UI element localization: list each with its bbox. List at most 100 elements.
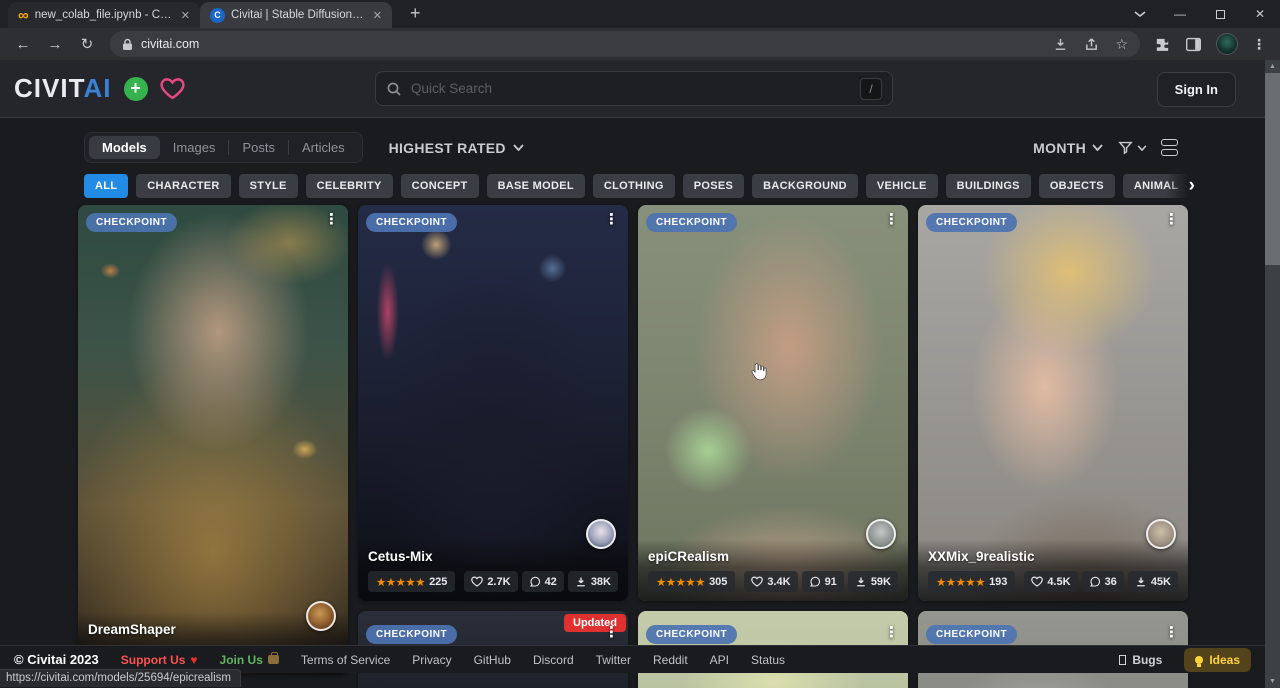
share-icon[interactable]: [1084, 37, 1099, 52]
creator-avatar[interactable]: [306, 601, 336, 631]
category-chip-clothing[interactable]: CLOTHING: [593, 174, 675, 198]
category-chip-buildings[interactable]: BUILDINGS: [946, 174, 1031, 198]
card-menu-icon[interactable]: ⋮: [1164, 212, 1179, 228]
footer-link-privacy[interactable]: Privacy: [412, 653, 451, 667]
model-card-cetus-mix[interactable]: CHECKPOINT ⋮ Cetus-Mix ★★★★★ 225 2.7K: [358, 205, 628, 601]
create-plus-button[interactable]: +: [124, 77, 148, 101]
footer-link-github[interactable]: GitHub: [474, 653, 511, 667]
back-button[interactable]: ←: [8, 36, 38, 53]
scroll-up-arrow[interactable]: ▲: [1265, 60, 1280, 73]
category-chip-objects[interactable]: OBJECTS: [1039, 174, 1115, 198]
creator-avatar[interactable]: [1146, 519, 1176, 549]
maximize-button[interactable]: [1200, 0, 1240, 28]
reload-button[interactable]: ↻: [72, 35, 102, 53]
likes-pill[interactable]: 2.7K: [464, 571, 517, 592]
category-chip-poses[interactable]: POSES: [683, 174, 744, 198]
browser-tab-civitai[interactable]: C Civitai | Stable Diffusion models, ✕: [200, 2, 392, 28]
footer-link-discord[interactable]: Discord: [533, 653, 574, 667]
card-stats: ★★★★★ 225 2.7K 42 38K: [368, 571, 618, 592]
likes-pill[interactable]: 3.4K: [744, 571, 797, 592]
civitai-logo[interactable]: CIVITAI: [14, 73, 112, 104]
category-chip-character[interactable]: CHARACTER: [136, 174, 230, 198]
comments-pill[interactable]: 91: [802, 571, 844, 592]
briefcase-icon: [268, 655, 279, 664]
sign-in-button[interactable]: Sign In: [1157, 72, 1236, 107]
rating-pill[interactable]: ★★★★★ 225: [368, 571, 455, 592]
model-title: epiCRealism: [648, 549, 898, 564]
tab-posts[interactable]: Posts: [229, 136, 288, 159]
card-menu-icon[interactable]: ⋮: [884, 212, 899, 228]
ideas-button[interactable]: Ideas: [1184, 648, 1251, 672]
close-tab-icon[interactable]: ✕: [179, 9, 192, 22]
footer-link-status[interactable]: Status: [751, 653, 785, 667]
comments-pill[interactable]: 42: [522, 571, 564, 592]
tab-search-chevron-icon[interactable]: [1120, 0, 1160, 28]
minimize-button[interactable]: —: [1160, 0, 1200, 28]
chips-scroll-right-icon[interactable]: ›: [1166, 174, 1196, 198]
category-chip-base-model[interactable]: BASE MODEL: [487, 174, 585, 198]
sort-dropdown[interactable]: HIGHEST RATED: [389, 140, 524, 156]
creator-avatar[interactable]: [866, 519, 896, 549]
card-menu-icon[interactable]: ⋮: [604, 212, 619, 228]
civitai-page: CIVITAI + / Sign In Models Images Posts …: [0, 60, 1280, 688]
comments-pill[interactable]: 36: [1082, 571, 1124, 592]
browser-profile-avatar[interactable]: [1216, 33, 1238, 55]
side-panel-icon[interactable]: [1185, 36, 1202, 53]
search-input[interactable]: [411, 81, 851, 96]
footer-link-reddit[interactable]: Reddit: [653, 653, 688, 667]
join-us-label: Join Us: [220, 653, 263, 667]
rating-pill[interactable]: ★★★★★ 193: [928, 571, 1015, 592]
model-card-epicrealism[interactable]: CHECKPOINT ⋮ epiCRealism ★★★★★ 305 3.4K: [638, 205, 908, 601]
bookmark-star-icon[interactable]: ☆: [1115, 36, 1128, 53]
grid-column: CHECKPOINT ⋮ epiCRealism ★★★★★ 305 3.4K: [638, 205, 908, 688]
category-chip-all[interactable]: ALL: [84, 174, 128, 198]
category-chip-concept[interactable]: CONCEPT: [401, 174, 479, 198]
downloads-pill[interactable]: 59K: [848, 571, 898, 592]
scroll-down-arrow[interactable]: ▼: [1265, 675, 1280, 688]
browser-menu-icon[interactable]: ⋮: [1252, 36, 1266, 53]
download-icon: [575, 576, 587, 588]
card-menu-icon[interactable]: ⋮: [1164, 625, 1179, 641]
downloads-count: 45K: [1151, 576, 1171, 588]
filter-dropdown[interactable]: [1117, 139, 1147, 156]
checkpoint-badge: CHECKPOINT: [926, 625, 1017, 644]
creator-avatar[interactable]: [586, 519, 616, 549]
new-tab-button[interactable]: +: [404, 3, 427, 28]
card-menu-icon[interactable]: ⋮: [884, 625, 899, 641]
extensions-icon[interactable]: [1154, 36, 1171, 53]
browser-tab-colab[interactable]: ∞ new_colab_file.ipynb - Colaborat ✕: [8, 2, 200, 28]
card-menu-icon[interactable]: ⋮: [324, 212, 339, 228]
footer-link-support-us[interactable]: Support Us ♥: [121, 653, 198, 667]
scrollbar-thumb[interactable]: [1265, 73, 1280, 265]
footer-link-join-us[interactable]: Join Us: [220, 653, 279, 667]
card-menu-icon[interactable]: ⋮: [604, 625, 619, 641]
download-icon[interactable]: [1053, 37, 1068, 52]
rating-pill[interactable]: ★★★★★ 305: [648, 571, 735, 592]
page-scrollbar[interactable]: ▲ ▼: [1265, 60, 1280, 688]
footer-link-terms[interactable]: Terms of Service: [301, 653, 390, 667]
tab-models[interactable]: Models: [89, 136, 160, 159]
close-window-button[interactable]: ✕: [1240, 0, 1280, 28]
bugs-button[interactable]: Bugs: [1119, 653, 1162, 667]
download-icon: [1135, 576, 1147, 588]
tab-images[interactable]: Images: [160, 136, 229, 159]
downloads-pill[interactable]: 45K: [1128, 571, 1178, 592]
model-card-xxmix9realistic[interactable]: CHECKPOINT ⋮ XXMix_9realistic ★★★★★ 193 …: [918, 205, 1188, 601]
category-chip-background[interactable]: BACKGROUND: [752, 174, 858, 198]
forward-button[interactable]: →: [40, 36, 70, 53]
category-chip-style[interactable]: STYLE: [239, 174, 298, 198]
category-chip-vehicle[interactable]: VEHICLE: [866, 174, 938, 198]
likes-pill[interactable]: 4.5K: [1024, 571, 1077, 592]
close-tab-icon[interactable]: ✕: [371, 9, 384, 22]
downloads-pill[interactable]: 38K: [568, 571, 618, 592]
model-card-dreamshaper[interactable]: CHECKPOINT ⋮ DreamShaper: [78, 205, 348, 675]
favorites-heart-icon[interactable]: [160, 77, 185, 100]
tab-articles[interactable]: Articles: [289, 136, 358, 159]
category-chip-celebrity[interactable]: CELEBRITY: [306, 174, 393, 198]
address-bar[interactable]: civitai.com ☆: [110, 31, 1140, 57]
period-dropdown[interactable]: MONTH: [1033, 140, 1103, 156]
card-layout-toggle[interactable]: [1161, 139, 1178, 156]
footer-link-twitter[interactable]: Twitter: [596, 653, 631, 667]
quick-search-box[interactable]: /: [375, 71, 893, 106]
footer-link-api[interactable]: API: [710, 653, 729, 667]
